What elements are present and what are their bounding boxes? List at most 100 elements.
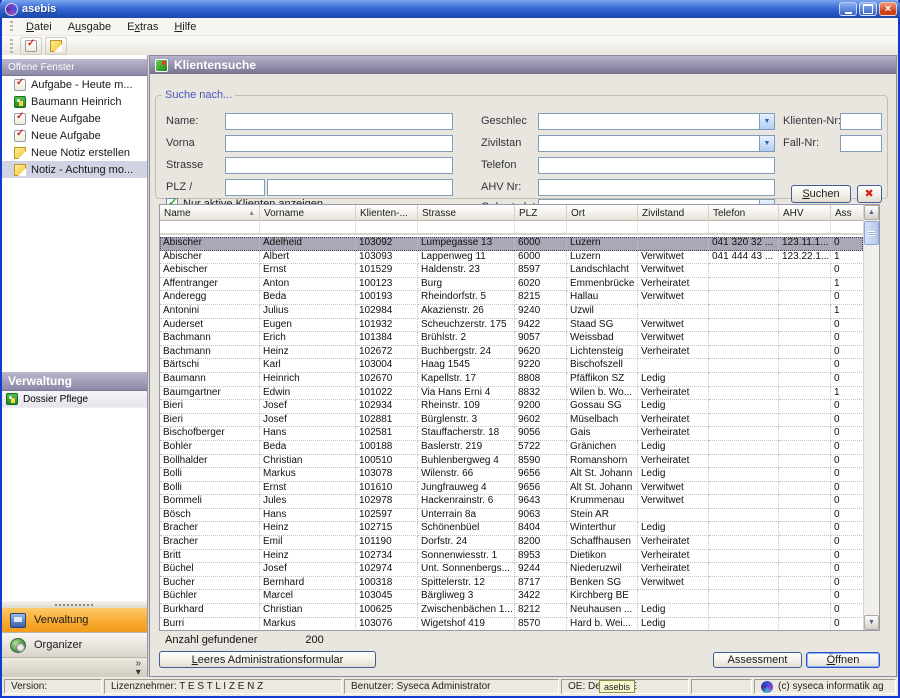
table-row[interactable]: Bollhalder Christian 100510 Buhlenbergwe…	[160, 455, 863, 469]
table-row[interactable]: Bucher Bernhard 100318 Spittelerstr. 12 …	[160, 577, 863, 591]
vorname-input[interactable]	[225, 135, 453, 152]
column-header[interactable]: PLZ	[515, 205, 567, 221]
table-row[interactable]: Antonini Julius 102984 Akazienstr. 26 92…	[160, 305, 863, 319]
task-icon	[14, 113, 26, 125]
verwaltung-item-label: Dossier Pflege	[23, 394, 88, 405]
vertical-scrollbar[interactable]: ▲ ▼	[863, 205, 879, 630]
klienten-nr-input[interactable]	[840, 113, 882, 130]
column-header[interactable]: AHV	[779, 205, 831, 221]
nav-button[interactable]: Organizer	[2, 633, 147, 658]
name-input[interactable]	[225, 113, 453, 130]
empty-admin-form-button[interactable]: Leeres Administrationsformular	[159, 651, 376, 668]
plz-label: PLZ /	[166, 181, 192, 193]
nav-button[interactable]: Verwaltung	[2, 608, 147, 633]
table-row[interactable]: Affentranger Anton 100123 Burg 6020 Emme…	[160, 278, 863, 292]
zivilstand-select[interactable]: ▼	[538, 135, 775, 152]
chevron-down-icon[interactable]: ▼	[759, 136, 774, 151]
menu-item[interactable]: Datei	[18, 19, 60, 35]
column-header-label: Name	[164, 208, 191, 219]
open-button[interactable]: Öffnen	[806, 652, 880, 668]
open-window-label: Baumann Heinrich	[31, 96, 122, 108]
table-row[interactable]: Bommeli Jules 102978 Hackenrainstr. 6 96…	[160, 495, 863, 509]
verwaltung-item[interactable]: Dossier Pflege	[2, 391, 147, 408]
sort-asc-icon: ▲	[248, 210, 255, 217]
app-window: asebis × Datei Ausgabe Extras Hilfe Offe…	[0, 0, 900, 698]
column-header-label: Ort	[571, 208, 585, 219]
open-window-item[interactable]: Aufgabe - Heute m...	[2, 76, 147, 93]
panel-titlebar: Klientensuche	[150, 56, 896, 74]
minimize-button[interactable]	[839, 2, 857, 16]
scroll-down-icon[interactable]: ▼	[864, 615, 879, 630]
table-row[interactable]: Auderset Eugen 101932 Scheuchzerstr. 175…	[160, 319, 863, 333]
table-row[interactable]: Büchel Josef 102974 Unt. Sonnenbergs... …	[160, 563, 863, 577]
column-header[interactable]: Telefon	[709, 205, 779, 221]
column-header[interactable]: Strasse	[418, 205, 515, 221]
statusbar: Version: Lizenznehmer: T E S T L I Z E N…	[2, 677, 898, 696]
column-header[interactable]: Zivilstand	[638, 205, 709, 221]
table-row[interactable]: Bieri Josef 102881 Bürglenstr. 3 9602 Mü…	[160, 414, 863, 428]
nav-button-label: Verwaltung	[34, 614, 88, 626]
ahv-input[interactable]	[538, 179, 775, 196]
table-row[interactable]: Büchler Marcel 103045 Bärgliweg 3 3422 K…	[160, 590, 863, 604]
new-task-button[interactable]	[20, 37, 42, 55]
new-note-button[interactable]	[45, 37, 67, 55]
table-row[interactable]: Aebischer Ernst 101529 Haldenstr. 23 859…	[160, 264, 863, 278]
table-row[interactable]: Baumgartner Edwin 101022 Via Hans Erni 4…	[160, 387, 863, 401]
search-group-label: Suche nach...	[162, 89, 235, 101]
table-row[interactable]: Burkhard Christian 100625 Zwischenbächen…	[160, 604, 863, 618]
table-row[interactable]: Baumann Heinrich 102670 Kapellstr. 17 88…	[160, 373, 863, 387]
telefon-input[interactable]	[538, 157, 775, 174]
table-row[interactable]: Bachmann Erich 101384 Brühlstr. 2 9057 W…	[160, 332, 863, 346]
chevron-more-icon[interactable]: »▾	[135, 659, 141, 677]
search-groupbox: Suche nach... Name: Vorna Strasse PLZ / …	[155, 89, 888, 199]
column-header[interactable]: Name ▲	[160, 205, 260, 221]
table-row[interactable]: Bieri Josef 102934 Rheinstr. 109 9200 Go…	[160, 400, 863, 414]
plz-input[interactable]	[225, 179, 265, 196]
table-row[interactable]: Bracher Heinz 102715 Schönenbüel 8404 Wi…	[160, 522, 863, 536]
column-header[interactable]: Ort	[567, 205, 638, 221]
table-row[interactable]: Bischofberger Hans 102581 Stauffacherstr…	[160, 427, 863, 441]
column-header[interactable]: Vorname	[260, 205, 356, 221]
column-header[interactable]: Ass	[831, 205, 864, 221]
open-window-item[interactable]: Neue Aufgabe	[2, 110, 147, 127]
table-row[interactable]: Bohler Beda 100188 Baslerstr. 219 5722 G…	[160, 441, 863, 455]
open-windows-header: Offene Fenster	[2, 59, 147, 76]
open-window-item[interactable]: Baumann Heinrich	[2, 93, 147, 110]
plz-ort-input[interactable]	[267, 179, 453, 196]
column-header-label: Vorname	[264, 208, 304, 219]
search-button[interactable]: Suchen	[791, 185, 851, 203]
scroll-up-icon[interactable]: ▲	[864, 205, 879, 220]
scrollbar-thumb[interactable]	[864, 221, 879, 245]
assessment-button[interactable]: Assessment	[713, 652, 802, 668]
table-row[interactable]: Bolli Ernst 101610 Jungfrauweg 4 9656 Al…	[160, 482, 863, 496]
table-row[interactable]: Bolli Markus 103078 Wilenstr. 66 9656 Al…	[160, 468, 863, 482]
sidebar-splitter[interactable]	[2, 601, 147, 608]
menu-item[interactable]: Hilfe	[166, 19, 204, 35]
table-row[interactable]: Bachmann Heinz 102672 Buchbergstr. 24 96…	[160, 346, 863, 360]
table-row[interactable]: Anderegg Beda 100193 Rheindorfstr. 5 821…	[160, 291, 863, 305]
table-row[interactable]: Äbischer Adelheid 103092 Lumpegasse 13 6…	[160, 237, 863, 251]
taskbar-item[interactable]: asebis	[599, 680, 635, 693]
fall-nr-input[interactable]	[840, 135, 882, 152]
table-row[interactable]: Britt Heinz 102734 Sonnenwiesstr. 1 8953…	[160, 550, 863, 564]
open-window-item[interactable]: Neue Aufgabe	[2, 127, 147, 144]
open-window-item[interactable]: Notiz - Achtung mo...	[2, 161, 147, 178]
close-button[interactable]: ×	[879, 2, 897, 16]
table-row[interactable]: Bracher Emil 101190 Dorfstr. 24 8200 Sch…	[160, 536, 863, 550]
table-row[interactable]: Burri Markus 103076 Wigetshof 419 8570 H…	[160, 618, 863, 630]
ahv-label: AHV Nr:	[481, 181, 521, 193]
menu-item[interactable]: Ausgabe	[60, 19, 119, 35]
geschlecht-select[interactable]: ▼	[538, 113, 775, 130]
app-icon	[5, 3, 18, 16]
chevron-down-icon[interactable]: ▼	[759, 114, 774, 129]
strasse-label: Strasse	[166, 159, 203, 171]
open-window-item[interactable]: Neue Notiz erstellen	[2, 144, 147, 161]
table-row[interactable]: Bärtschi Karl 103004 Haag 1545 9220 Bisc…	[160, 359, 863, 373]
clear-search-button[interactable]	[857, 185, 882, 203]
restore-button[interactable]	[859, 2, 877, 16]
column-header[interactable]: Klienten-...	[356, 205, 418, 221]
menu-item[interactable]: Extras	[119, 19, 166, 35]
table-row[interactable]: Äbischer Albert 103093 Lappenweg 11 6000…	[160, 251, 863, 265]
table-row[interactable]: Bösch Hans 102597 Unterrain 8a 9063 Stei…	[160, 509, 863, 523]
strasse-input[interactable]	[225, 157, 453, 174]
